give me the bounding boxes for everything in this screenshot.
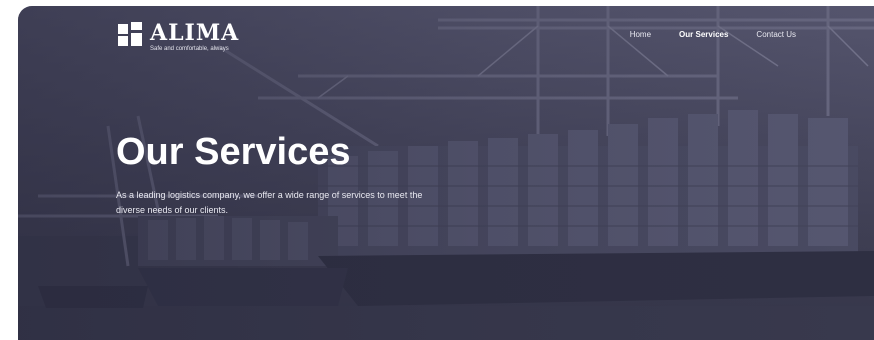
brand-logo[interactable]: ALIMA Safe and comfortable, always bbox=[118, 22, 239, 53]
main-nav: Home Our Services Contact Us bbox=[630, 30, 796, 40]
brand-name: ALIMA bbox=[150, 20, 240, 46]
page-title: Our Services bbox=[116, 131, 351, 173]
hero-banner: ALIMA Safe and comfortable, always Home … bbox=[18, 6, 874, 340]
nav-link-our-services[interactable]: Our Services bbox=[679, 30, 728, 40]
hero-description: As a leading logistics company, we offer… bbox=[116, 190, 423, 215]
brand-tagline: Safe and comfortable, always bbox=[150, 46, 229, 52]
nav-link-home[interactable]: Home bbox=[630, 30, 651, 40]
logo-mark-icon bbox=[118, 22, 142, 46]
nav-link-contact-us[interactable]: Contact Us bbox=[756, 30, 796, 40]
